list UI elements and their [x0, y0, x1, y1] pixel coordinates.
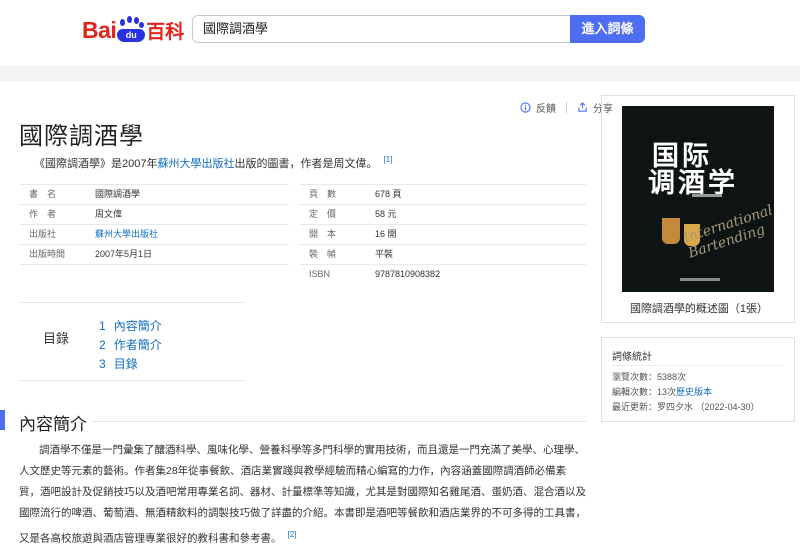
- toc-item-number: 3: [99, 357, 106, 371]
- info-row-format: 開 本 16 開: [299, 224, 586, 243]
- cover-script-title: International Bartending: [681, 202, 774, 262]
- summary-image-card[interactable]: 国际 调酒学 International Bartending 國際調酒學的概述…: [601, 95, 795, 323]
- info-key: 開 本: [309, 229, 337, 239]
- info-row-empty: [19, 264, 289, 283]
- info-value: 58 元: [375, 209, 397, 219]
- section-body-text: 調酒學不僅是一門彙集了釀酒科學、風味化學、營養科學等多門科學的實用技術，而且還是…: [19, 444, 586, 545]
- info-row-binding: 裝 幀 平裝: [299, 244, 586, 263]
- entry-statistics: 詞條統計 瀏覽次數：5388次 編輯次數：13次歷史版本 最近更新：罗四夕水 （…: [601, 337, 795, 422]
- info-row-isbn: ISBN 9787810908382: [299, 264, 586, 283]
- logo-baike-text: 百科: [146, 21, 185, 43]
- info-value: 678 頁: [375, 189, 402, 199]
- info-key: 裝 幀: [309, 249, 337, 259]
- toc-item-number: 1: [99, 319, 106, 333]
- info-row-publisher: 出版社 蘇州大學出版社: [19, 224, 289, 243]
- info-value: 周文偉: [95, 209, 123, 219]
- image-caption[interactable]: 國際調酒學的概述圖（1張）: [602, 300, 796, 316]
- info-key: 出版社: [29, 229, 57, 239]
- stats-views: 瀏覽次數：5388次: [612, 370, 686, 383]
- page-title: 國際調酒學: [19, 123, 144, 150]
- summary-text-post: 出版的圖書，作者是周文偉。: [234, 158, 378, 170]
- info-key: 書 名: [29, 189, 57, 199]
- table-of-contents: 目錄 1 內容簡介 2 作者簡介 3 目錄: [19, 302, 245, 381]
- stats-updated-value: 罗四夕水 （2022-04-30）: [657, 402, 760, 412]
- reference-2-link[interactable]: [2]: [288, 530, 297, 539]
- section-body: 調酒學不僅是一門彙集了釀酒科學、風味化學、營養科學等多門科學的實用技術，而且還是…: [19, 440, 586, 550]
- baidu-baike-logo[interactable]: Bai du 百科: [82, 14, 184, 46]
- toc-item-label: 作者簡介: [113, 338, 162, 352]
- toc-heading: 目錄: [43, 331, 70, 346]
- info-value: 平裝: [375, 249, 394, 259]
- header: Bai du 百科 國際調酒學 進入詞條: [0, 0, 800, 66]
- header-divider-band: [0, 66, 800, 82]
- actions-separator: [566, 102, 567, 113]
- enter-entry-button[interactable]: 進入詞條: [570, 15, 645, 43]
- stats-edits-label: 編輯次數：: [612, 387, 658, 397]
- stats-updated: 最近更新：罗四夕水 （2022-04-30）: [612, 400, 760, 413]
- stats-edits: 編輯次數：13次歷史版本: [612, 385, 712, 398]
- book-cover-image[interactable]: 国际 调酒学 International Bartending: [622, 106, 774, 292]
- cover-author-line: [692, 194, 722, 197]
- toc-item-contents[interactable]: 3 目錄: [99, 355, 138, 372]
- info-value: 9787810908382: [375, 269, 441, 279]
- toc-item-author[interactable]: 2 作者簡介: [99, 336, 162, 353]
- toc-item-number: 2: [99, 338, 106, 352]
- cocktail-glass-icon: [662, 218, 680, 244]
- share-icon: [578, 102, 587, 112]
- info-row-date: 出版時間 2007年5月1日: [19, 244, 289, 263]
- section-title: 內容簡介: [19, 415, 87, 434]
- section-divider: [92, 421, 586, 422]
- stats-views-label: 瀏覽次數：: [612, 372, 658, 382]
- history-versions-link[interactable]: 歷史版本: [676, 387, 712, 397]
- stats-updated-label: 最近更新：: [612, 402, 658, 412]
- feedback-link[interactable]: 反饋: [536, 100, 556, 115]
- logo-du-text: du: [117, 29, 146, 42]
- publisher-link[interactable]: 蘇州大學出版社: [157, 158, 234, 170]
- info-icon: [520, 102, 531, 113]
- entry-actions: 反饋 分享: [520, 100, 613, 115]
- stats-divider: [612, 365, 784, 366]
- info-row-title: 書 名 國際調酒學: [19, 184, 289, 203]
- entry-summary: 《國際調酒學》是2007年蘇州大學出版社出版的圖書，作者是周文偉。 [1]: [34, 155, 392, 171]
- summary-text-pre: 《國際調酒學》是2007年: [34, 158, 158, 170]
- paw-icon: du: [117, 16, 146, 44]
- info-value: 國際調酒學: [95, 189, 141, 199]
- reference-1-link[interactable]: [1]: [383, 155, 392, 164]
- info-key: 作 者: [29, 209, 57, 219]
- info-key: ISBN: [309, 269, 331, 279]
- info-row-pages: 頁 數 678 頁: [299, 184, 586, 203]
- info-key: 定 價: [309, 209, 337, 219]
- cover-publisher-line: [680, 278, 720, 281]
- stats-views-value: 5388次: [657, 372, 687, 382]
- toc-item-label: 內容簡介: [113, 319, 162, 333]
- toc-item-label: 目錄: [113, 357, 138, 371]
- section-accent-bar: [0, 410, 5, 430]
- info-key: 頁 數: [309, 189, 337, 199]
- search-input[interactable]: 國際調酒學: [192, 15, 570, 43]
- info-value: 16 開: [375, 229, 397, 239]
- toc-item-intro[interactable]: 1 內容簡介: [99, 317, 162, 334]
- logo-bai-text: Bai: [82, 16, 117, 43]
- info-value: 2007年5月1日: [95, 249, 153, 259]
- info-row-author: 作 者 周文偉: [19, 204, 289, 223]
- stats-edits-value: 13次: [657, 387, 677, 397]
- info-row-price: 定 價 58 元: [299, 204, 586, 223]
- info-key: 出版時間: [29, 249, 66, 259]
- stats-heading: 詞條統計: [612, 352, 652, 363]
- info-publisher-link[interactable]: 蘇州大學出版社: [95, 225, 158, 243]
